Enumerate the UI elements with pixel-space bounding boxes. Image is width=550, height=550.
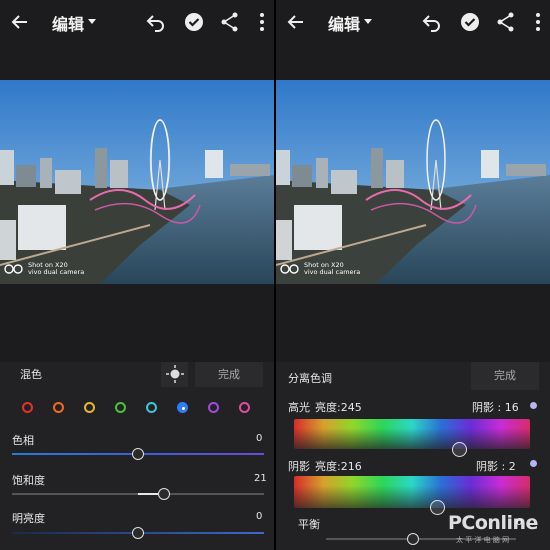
slider-value-hue: 0 xyxy=(256,433,263,444)
shadows-picker-knob[interactable] xyxy=(430,500,445,515)
swatch-purple[interactable] xyxy=(208,402,219,413)
luminance-slider-knob[interactable] xyxy=(132,527,144,539)
highlights-color-dot xyxy=(530,402,537,409)
share-icon[interactable] xyxy=(218,10,242,34)
site-watermark-brand: PConline xyxy=(448,512,538,534)
slider-label-luminance: 明亮度 xyxy=(12,512,45,525)
dual-camera-icon xyxy=(280,264,299,274)
watermark-line2: vivo dual camera xyxy=(304,268,361,276)
slider-label-hue: 色相 xyxy=(12,434,34,447)
top-bar: 编辑 xyxy=(0,0,274,44)
shadows-shadow-value: 阴影 : 2 xyxy=(476,460,516,473)
back-arrow-icon[interactable] xyxy=(284,10,308,34)
right-screen: 编辑 Shot on X20 vivo dual camera 分离色调 完成 … xyxy=(276,0,550,550)
more-vert-icon[interactable] xyxy=(526,10,550,34)
photo-preview xyxy=(0,80,274,284)
saturation-slider-knob[interactable] xyxy=(158,488,170,500)
page-title[interactable]: 编辑 xyxy=(328,11,360,35)
hue-slider-knob[interactable] xyxy=(132,448,144,460)
shadows-color-picker[interactable] xyxy=(294,476,530,508)
undo-icon[interactable] xyxy=(420,10,444,34)
confirm-check-icon[interactable] xyxy=(182,10,206,34)
back-arrow-icon[interactable] xyxy=(8,10,32,34)
highlights-brightness: 亮度:245 xyxy=(315,401,362,414)
chevron-down-icon[interactable] xyxy=(88,19,96,24)
done-button[interactable]: 完成 xyxy=(195,362,263,387)
target-adjust-button[interactable] xyxy=(161,362,188,387)
saturation-slider-fill xyxy=(138,493,160,495)
top-bar: 编辑 xyxy=(276,0,550,44)
swatch-magenta[interactable] xyxy=(239,402,250,413)
swatch-aqua[interactable] xyxy=(146,402,157,413)
highlights-picker-knob[interactable] xyxy=(452,442,467,457)
more-vert-icon[interactable] xyxy=(250,10,274,34)
slider-label-saturation: 饱和度 xyxy=(12,474,45,487)
share-icon[interactable] xyxy=(494,10,518,34)
site-watermark-sub: 太 平 洋 电 脑 网 xyxy=(456,536,510,544)
shadows-color-dot xyxy=(530,460,537,467)
slider-value-luminance: 0 xyxy=(256,511,263,522)
swatch-red[interactable] xyxy=(22,402,33,413)
photo-preview xyxy=(276,80,550,284)
balance-label: 平衡 xyxy=(298,518,320,531)
highlights-color-picker[interactable] xyxy=(294,419,530,449)
crosshair-icon xyxy=(165,365,184,383)
chevron-down-icon[interactable] xyxy=(364,19,372,24)
slider-value-saturation: 21 xyxy=(254,473,267,484)
hsl-title: 混色 xyxy=(20,368,42,381)
balance-slider-knob[interactable] xyxy=(407,533,419,545)
swatch-orange[interactable] xyxy=(53,402,64,413)
shadows-label: 阴影 xyxy=(288,460,310,473)
hsl-sheet: 混色 完成 色相 0 饱和度 21 明亮度 0 xyxy=(0,362,274,550)
swatch-green[interactable] xyxy=(115,402,126,413)
swatch-yellow[interactable] xyxy=(84,402,95,413)
undo-icon[interactable] xyxy=(144,10,168,34)
highlights-label: 高光 xyxy=(288,401,310,414)
shadows-brightness: 亮度:216 xyxy=(315,460,362,473)
page-title[interactable]: 编辑 xyxy=(52,11,84,35)
confirm-check-icon[interactable] xyxy=(458,10,482,34)
watermark-line2: vivo dual camera xyxy=(28,268,85,276)
done-button[interactable]: 完成 xyxy=(471,362,539,390)
highlights-shadow-value: 阴影 : 16 xyxy=(472,401,519,414)
swatch-blue-selected[interactable] xyxy=(177,402,188,413)
split-toning-title: 分离色调 xyxy=(288,372,332,385)
left-screen: 编辑 Shot on X20 vivo dual camera 混色 完成 色相… xyxy=(0,0,274,550)
dual-camera-icon xyxy=(4,264,23,274)
